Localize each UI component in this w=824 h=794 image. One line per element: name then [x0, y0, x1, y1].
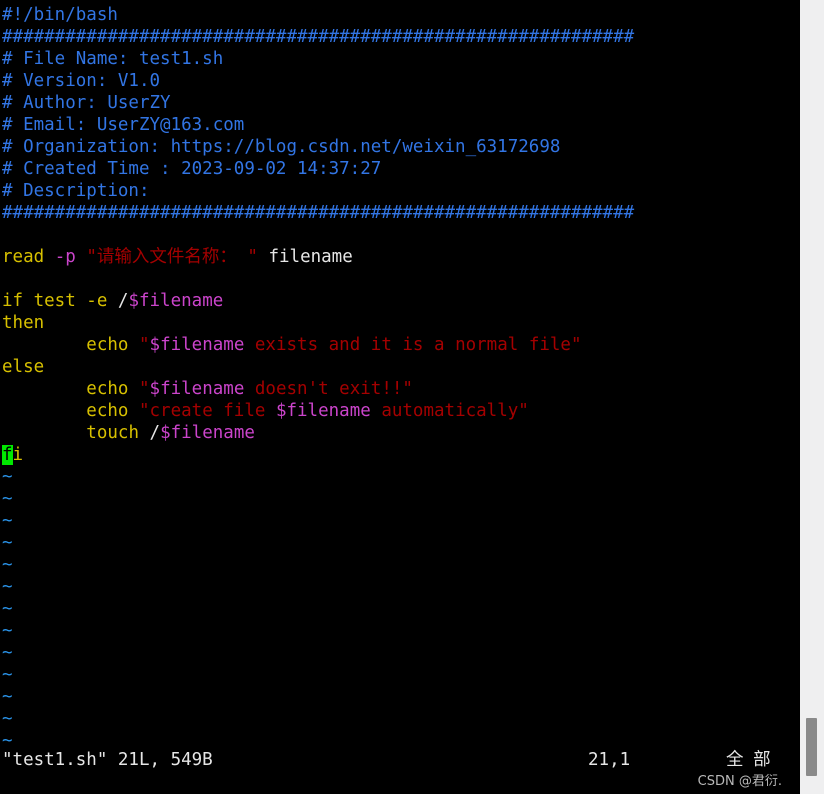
code-span: ########################################…: [2, 203, 635, 223]
buffer-code-line[interactable]: # Email: UserZY@163.com: [2, 114, 800, 136]
vim-status-line: "test1.sh" 21L, 549B 21,1 全 部: [0, 748, 800, 772]
code-span: echo: [86, 335, 139, 355]
code-span: exists and it is a normal file": [244, 335, 582, 355]
buffer-tilde-line: ~: [2, 620, 800, 642]
vertical-scrollbar-track[interactable]: [800, 0, 824, 794]
buffer-tilde-line: ~: [2, 466, 800, 488]
status-file-info: "test1.sh" 21L, 549B: [2, 750, 213, 770]
code-span: $filename: [149, 379, 245, 399]
buffer-tilde-line: ~: [2, 686, 800, 708]
tilde-marker: ~: [2, 533, 13, 553]
buffer-blank-line[interactable]: [2, 224, 800, 246]
screenshot-root: #!/bin/bash #############################…: [0, 0, 824, 794]
buffer-code-line[interactable]: # Organization: https://blog.csdn.net/we…: [2, 136, 800, 158]
code-span: -p: [54, 247, 76, 267]
vim-text-buffer[interactable]: #!/bin/bash #############################…: [0, 0, 800, 752]
code-span: [76, 247, 87, 267]
code-span: $filename: [128, 291, 224, 311]
text-cursor-block: f: [2, 445, 13, 465]
tilde-marker: ~: [2, 621, 13, 641]
code-span: read: [2, 247, 55, 267]
tilde-marker: ~: [2, 511, 13, 531]
code-span: /: [117, 291, 129, 311]
buffer-code-line[interactable]: read -p "请输入文件名称： " filename: [2, 246, 800, 268]
buffer-code-line[interactable]: if test -e /$filename: [2, 290, 800, 312]
code-span: filename: [257, 247, 353, 267]
buffer-code-line[interactable]: echo "create file $filename automaticall…: [2, 400, 800, 422]
code-span: [2, 379, 86, 399]
buffer-code-line[interactable]: # Version: V1.0: [2, 70, 800, 92]
code-span: # Description:: [2, 181, 150, 201]
buffer-code-line[interactable]: # Author: UserZY: [2, 92, 800, 114]
tilde-marker: ~: [2, 687, 13, 707]
buffer-code-line[interactable]: then: [2, 312, 800, 334]
code-span: # Email: UserZY@163.com: [2, 115, 245, 135]
buffer-tilde-line: ~: [2, 576, 800, 598]
code-span: if test -e: [2, 291, 118, 311]
code-span: #!/bin/bash: [2, 5, 118, 25]
code-span: [2, 401, 86, 421]
csdn-watermark: CSDN @君衍.: [697, 774, 782, 789]
code-span: /: [149, 423, 161, 443]
code-span: then: [2, 313, 45, 333]
buffer-code-line[interactable]: echo "$filename exists and it is a norma…: [2, 334, 800, 356]
code-span: ########################################…: [2, 27, 635, 47]
tilde-marker: ~: [2, 599, 13, 619]
buffer-tilde-line: ~: [2, 598, 800, 620]
buffer-tilde-line: ~: [2, 642, 800, 664]
buffer-code-line[interactable]: ########################################…: [2, 26, 800, 48]
tilde-marker: ~: [2, 467, 13, 487]
code-span: echo: [86, 379, 139, 399]
tilde-marker: ~: [2, 489, 13, 509]
code-span: touch: [86, 423, 150, 443]
buffer-tilde-line: ~: [2, 664, 800, 686]
code-span: i: [12, 445, 24, 465]
code-span: else: [2, 357, 45, 377]
code-span: $filename: [149, 335, 245, 355]
code-span: # Author: UserZY: [2, 93, 171, 113]
buffer-tilde-line: ~: [2, 488, 800, 510]
buffer-tilde-line: ~: [2, 708, 800, 730]
vertical-scrollbar-thumb[interactable]: [806, 718, 817, 776]
tilde-marker: ~: [2, 709, 13, 729]
code-span: ": [138, 379, 150, 399]
code-span: [2, 423, 86, 443]
buffer-code-line[interactable]: # File Name: test1.sh: [2, 48, 800, 70]
tilde-marker: ~: [2, 665, 13, 685]
code-span: [2, 225, 13, 245]
buffer-code-line[interactable]: fi: [2, 444, 800, 466]
code-span: $filename: [275, 401, 371, 421]
code-span: "请输入文件名称： ": [86, 247, 258, 267]
buffer-code-line[interactable]: #!/bin/bash: [2, 4, 800, 26]
code-span: [2, 335, 86, 355]
code-span: [2, 269, 13, 289]
code-span: # File Name: test1.sh: [2, 49, 224, 69]
code-span: echo: [86, 401, 139, 421]
code-span: $filename: [160, 423, 255, 443]
code-span: # Created Time : 2023-09-02 14:37:27: [2, 159, 382, 179]
tilde-marker: ~: [2, 555, 13, 575]
code-span: # Organization: https://blog.csdn.net/we…: [2, 137, 561, 157]
status-scroll-indicator: 全 部: [726, 750, 773, 770]
buffer-tilde-line: ~: [2, 510, 800, 532]
tilde-marker: ~: [2, 577, 13, 597]
buffer-tilde-line: ~: [2, 532, 800, 554]
buffer-tilde-line: ~: [2, 554, 800, 576]
code-span: ": [138, 335, 150, 355]
buffer-code-line[interactable]: echo "$filename doesn't exit!!": [2, 378, 800, 400]
buffer-code-line[interactable]: else: [2, 356, 800, 378]
code-span: doesn't exit!!": [244, 379, 413, 399]
tilde-marker: ~: [2, 643, 13, 663]
buffer-blank-line[interactable]: [2, 268, 800, 290]
buffer-code-line[interactable]: # Created Time : 2023-09-02 14:37:27: [2, 158, 800, 180]
terminal-window[interactable]: #!/bin/bash #############################…: [0, 0, 800, 794]
code-span: # Version: V1.0: [2, 71, 161, 91]
buffer-code-line[interactable]: touch /$filename: [2, 422, 800, 444]
code-span: automatically": [370, 401, 529, 421]
status-cursor-position: 21,1: [588, 750, 631, 770]
buffer-code-line[interactable]: ########################################…: [2, 202, 800, 224]
buffer-code-line[interactable]: # Description:: [2, 180, 800, 202]
code-span: "create file: [138, 401, 276, 421]
